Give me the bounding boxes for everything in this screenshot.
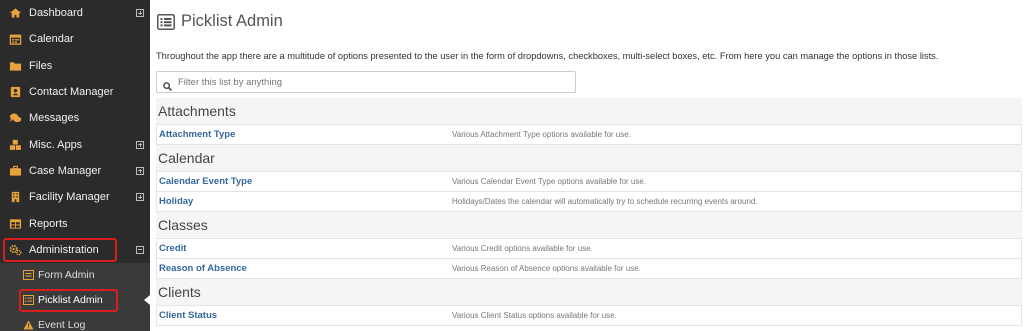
sidebar-item-contact-manager[interactable]: Contact Manager (0, 79, 150, 105)
list-item[interactable]: Reason of Absence Various Reason of Abse… (157, 258, 1021, 279)
sidebar-item-label: Contact Manager (29, 86, 114, 99)
page-title: Picklist Admin (181, 12, 283, 30)
section-heading: Calendar (156, 145, 1022, 171)
sidebar-item-reports[interactable]: Reports (0, 210, 150, 236)
building-icon (8, 191, 22, 203)
list-item[interactable]: Holiday Holidays/Dates the calendar will… (157, 191, 1021, 212)
section-classes: Classes Credit Various Credit options av… (156, 212, 1022, 279)
cogs-icon (8, 244, 22, 256)
sidebar-subitem-label: Event Log (38, 319, 86, 331)
section-calendar: Calendar Calendar Event Type Various Cal… (156, 145, 1022, 212)
section-attachments: Attachments Attachment Type Various Atta… (156, 98, 1022, 145)
sidebar-item-label: Facility Manager (29, 191, 110, 204)
warning-icon (23, 320, 34, 331)
picklist-description: Holidays/Dates the calendar will automat… (452, 197, 758, 206)
administration-submenu: Form Admin Picklist Admin Event Log (0, 262, 150, 331)
sidebar-item-label: Misc. Apps (29, 138, 83, 151)
picklist-link[interactable]: Reason of Absence (157, 263, 452, 274)
page-header: Picklist Admin (157, 12, 283, 31)
picklist-description: Various Credit options available for use… (452, 244, 593, 253)
picklist-description: Various Attachment Type options availabl… (452, 130, 631, 139)
picklist-link[interactable]: Credit (157, 243, 452, 254)
picklist-description: Various Client Status options available … (452, 311, 617, 320)
sidebar-item-label: Case Manager (29, 164, 102, 177)
filter-input[interactable] (178, 76, 575, 88)
sidebar-item-label: Messages (29, 112, 80, 125)
sidebar-subitem-label: Picklist Admin (38, 294, 103, 307)
picklist-link[interactable]: Client Status (157, 310, 452, 321)
sidebar-item-files[interactable]: Files (0, 53, 150, 79)
picklist-link[interactable]: Calendar Event Type (157, 176, 452, 187)
list-item[interactable]: Client Status Various Client Status opti… (157, 305, 1021, 326)
list-item[interactable]: Credit Various Credit options available … (157, 238, 1021, 258)
main-content: Picklist Admin Throughout the app there … (150, 0, 1024, 331)
picklist-description: Various Reason of Absence options availa… (452, 264, 641, 273)
search-icon (163, 78, 172, 91)
picklist-link[interactable]: Attachment Type (157, 129, 452, 140)
list-item[interactable]: Calendar Event Type Various Calendar Eve… (157, 171, 1021, 191)
sidebar: Dashboard Calendar Files Contact Manager… (0, 0, 150, 331)
expand-icon[interactable] (136, 166, 144, 175)
sidebar-subitem-event-log[interactable]: Event Log (0, 313, 150, 331)
sidebar-item-calendar[interactable]: Calendar (0, 26, 150, 52)
sidebar-item-facility-manager[interactable]: Facility Manager (0, 184, 150, 210)
folder-icon (8, 60, 22, 72)
list-icon (23, 295, 34, 306)
sidebar-item-misc-apps[interactable]: Misc. Apps (0, 131, 150, 157)
expand-icon[interactable] (136, 193, 144, 202)
sidebar-subitem-form-admin[interactable]: Form Admin (0, 263, 150, 288)
sidebar-item-label: Files (29, 59, 53, 72)
list-alt-icon (157, 13, 175, 30)
picklist-link[interactable]: Holiday (157, 196, 452, 207)
expand-icon[interactable] (136, 140, 144, 149)
address-book-icon (8, 86, 22, 98)
sidebar-subitem-picklist-admin[interactable]: Picklist Admin (0, 288, 150, 313)
collapse-icon[interactable] (136, 245, 144, 254)
sidebar-item-label: Calendar (29, 33, 74, 46)
picklist-description: Various Calendar Event Type options avai… (452, 177, 647, 186)
comments-icon (8, 112, 22, 124)
section-heading: Attachments (156, 98, 1022, 124)
filter-search-box[interactable] (156, 71, 576, 93)
sidebar-item-label: Administration (29, 243, 99, 256)
sidebar-item-label: Dashboard (29, 7, 83, 20)
section-clients: Clients Client Status Various Client Sta… (156, 279, 1022, 326)
list-item[interactable]: Attachment Type Various Attachment Type … (157, 124, 1021, 145)
picklist-sections: Attachments Attachment Type Various Atta… (156, 98, 1022, 326)
cubes-icon (8, 139, 22, 151)
sidebar-item-messages[interactable]: Messages (0, 105, 150, 131)
sidebar-subitem-label: Form Admin (38, 269, 95, 282)
form-icon (23, 270, 34, 281)
sidebar-item-dashboard[interactable]: Dashboard (0, 0, 150, 26)
calendar-icon (8, 33, 22, 46)
briefcase-icon (8, 165, 22, 177)
sidebar-item-label: Reports (29, 217, 68, 230)
sidebar-item-administration[interactable]: Administration (0, 237, 150, 263)
section-heading: Clients (156, 279, 1022, 305)
sidebar-item-case-manager[interactable]: Case Manager (0, 158, 150, 184)
home-icon (8, 7, 22, 19)
table-icon (8, 218, 22, 230)
expand-icon[interactable] (136, 9, 144, 18)
section-heading: Classes (156, 212, 1022, 238)
page-intro-text: Throughout the app there are a multitude… (156, 51, 939, 61)
